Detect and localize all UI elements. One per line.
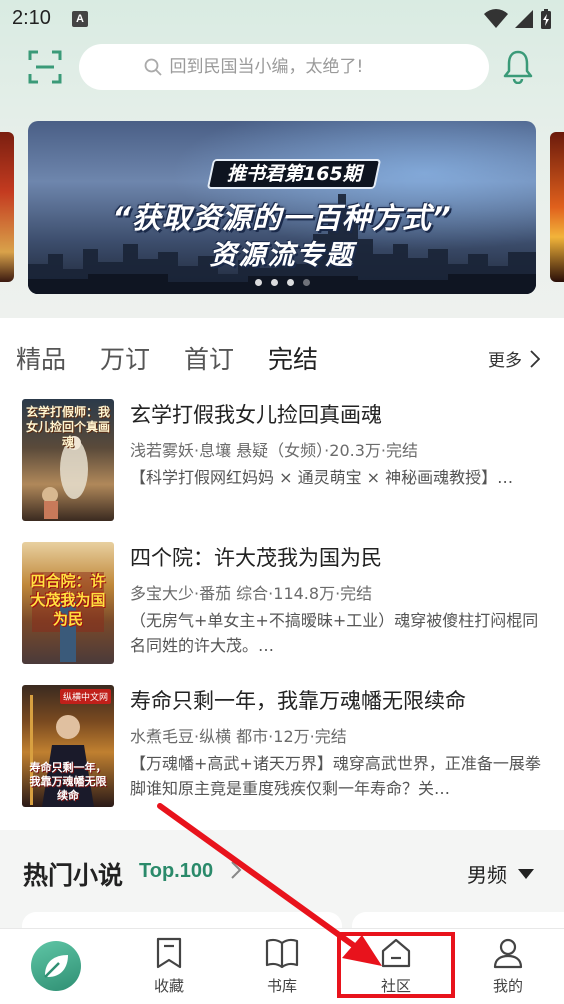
signal-icon: [515, 10, 533, 28]
battery-icon: [541, 9, 551, 29]
hot-novels-section: 热门小说 Top.100 男频: [0, 830, 564, 942]
tab-wanjie[interactable]: 完结: [268, 340, 352, 376]
nav-shoucang[interactable]: 收藏: [129, 937, 209, 996]
book-description: 【科学打假网红妈妈 × 通灵萌宝 × 神秘画魂教授】…: [130, 468, 514, 487]
book-cover: 四合院：许大茂我为国为民: [22, 542, 114, 664]
cover-title: 四合院：许大茂我为国为民: [30, 572, 106, 628]
cover-title: 玄学打假师：我女儿捡回个真画魂: [26, 405, 111, 449]
nav-shuku[interactable]: 书库: [242, 937, 322, 996]
user-icon: [493, 938, 523, 969]
hot-novels-title: 热门小说: [23, 861, 124, 890]
nav-wode[interactable]: 我的: [468, 937, 548, 996]
book-cover: 纵横中文网 寿命只剩一年，我靠万魂幡无限续命: [22, 685, 114, 807]
highlight-box: [337, 932, 455, 998]
cover-title: 寿命只剩一年，我靠万魂幡无限续命: [29, 761, 107, 802]
book-title: 寿命只剩一年，我靠万魂幡无限续命: [130, 689, 466, 713]
nav-label: 我的: [492, 977, 523, 995]
book-item[interactable]: 四合院：许大茂我为国为民 四个院：许大茂我为国为民 多宝大少·番茄 综合·114…: [22, 542, 542, 664]
banner-subtitle: 资源流专题: [209, 240, 355, 271]
book-title: 四个院：许大茂我为国为民: [130, 546, 382, 570]
tab-jingpin[interactable]: 精品: [16, 340, 100, 376]
gender-filter-label: 男频: [467, 863, 507, 887]
book-item[interactable]: 玄学打假师：我女儿捡回个真画魂 玄学打假我女儿捡回真画魂 浅若雾妖·息壤 悬疑（…: [22, 399, 542, 521]
tab-wanding[interactable]: 万订: [100, 340, 184, 376]
carousel-dot-active: [302, 279, 310, 286]
banner-prev-peek[interactable]: [0, 132, 14, 282]
status-bar: 2:10 A: [0, 0, 564, 38]
notification-badge: A: [72, 11, 88, 27]
bookmark-icon: [156, 937, 182, 969]
book-title: 玄学打假我女儿捡回真画魂: [130, 403, 382, 427]
banner-title: “获取资源的一百种方式”: [112, 201, 452, 235]
status-time: 2:10: [12, 7, 51, 29]
book-icon: [265, 938, 299, 969]
bell-icon[interactable]: [500, 48, 536, 84]
book-description: 【万魂幡+高武+诸天万界】魂穿高武世界，正准备一展拳脚谁知原主竟是重度残疾仅剩一…: [130, 754, 541, 798]
chevron-right-icon[interactable]: [230, 860, 242, 880]
search-input[interactable]: [169, 57, 425, 77]
ranking-section: 精品 万订 首订 完结 更多 玄学打假师：我女儿捡回个真画魂 玄学打假我女儿捡回…: [0, 318, 564, 830]
top100-link[interactable]: Top.100: [139, 860, 213, 883]
carousel-indicator: [28, 279, 536, 286]
banner-next-peek[interactable]: [550, 132, 564, 282]
carousel-dot: [286, 279, 294, 286]
leaf-logo-icon: [44, 955, 68, 978]
gender-filter-dropdown[interactable]: 男频: [467, 859, 535, 888]
search-icon: [144, 58, 162, 76]
nav-label: 书库: [266, 977, 297, 995]
cover-badge: 纵横中文网: [59, 689, 111, 704]
status-icons: [484, 8, 552, 30]
carousel-dot: [270, 279, 278, 286]
book-meta: 浅若雾妖·息壤 悬疑（女频）·20.3万·完结: [130, 441, 418, 460]
book-item[interactable]: 纵横中文网 寿命只剩一年，我靠万魂幡无限续命 寿命只剩一年，我靠万魂幡无限续命 …: [22, 685, 542, 807]
wifi-icon: [484, 9, 508, 28]
bottom-nav: 收藏 书库 社区 我的: [0, 928, 564, 1004]
more-label: 更多: [488, 351, 522, 371]
banner-carousel[interactable]: 推书君第165期 “获取资源的一百种方式” 资源流专题: [28, 121, 536, 294]
more-link[interactable]: 更多: [488, 346, 540, 371]
book-meta: 水煮毛豆·纵横 都市·12万·完结: [130, 727, 347, 746]
book-cover: 玄学打假师：我女儿捡回个真画魂: [22, 399, 114, 521]
carousel-dot: [254, 279, 262, 286]
nav-home[interactable]: [31, 941, 81, 991]
scan-icon[interactable]: [28, 50, 62, 84]
book-meta: 多宝大少·番茄 综合·114.8万·完结: [130, 584, 373, 603]
tab-shouding[interactable]: 首订: [184, 340, 268, 376]
banner-tag: 推书君第165期: [206, 159, 382, 189]
ranking-tabs: 精品 万订 首订 完结: [16, 340, 352, 376]
chevron-right-icon: [530, 349, 540, 368]
search-bar[interactable]: [79, 44, 489, 90]
book-description: （无房气+单女主+不搞暧昧+工业）魂穿被傻柱打闷棍同名同姓的许大茂。…: [130, 611, 539, 655]
nav-label: 收藏: [153, 977, 184, 995]
caret-down-icon: [518, 868, 534, 879]
